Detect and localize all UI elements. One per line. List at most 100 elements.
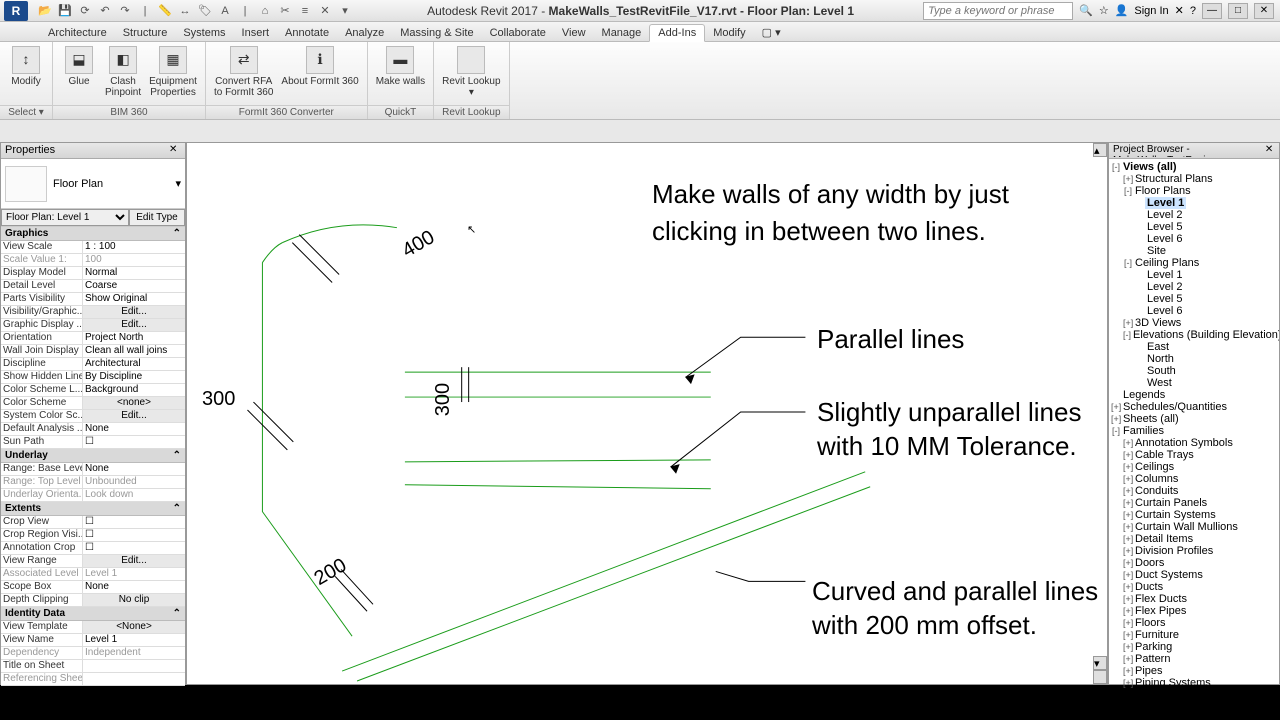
prop-row[interactable]: DisciplineArchitectural	[1, 358, 185, 371]
prop-value[interactable]: Edit...	[83, 555, 185, 567]
prop-value[interactable]: Coarse	[83, 280, 185, 292]
clash-button[interactable]: ◧ClashPinpoint	[101, 44, 145, 103]
save-icon[interactable]: 💾	[56, 2, 74, 20]
dimension-icon[interactable]: ↔	[176, 2, 194, 20]
tree-item[interactable]: [+]Floors	[1111, 617, 1277, 629]
thin-lines-icon[interactable]: ≡	[296, 2, 314, 20]
minimize-button[interactable]: —	[1202, 3, 1222, 19]
prop-row[interactable]: Scale Value 1:100	[1, 254, 185, 267]
maximize-button[interactable]: □	[1228, 3, 1248, 19]
exchange-icon[interactable]: ✕	[1175, 4, 1184, 17]
tree-item[interactable]: [+]3D Views	[1111, 317, 1277, 329]
prop-row[interactable]: Show Hidden LinesBy Discipline	[1, 371, 185, 384]
prop-value[interactable]: None	[83, 581, 185, 593]
prop-row[interactable]: System Color Sc...Edit...	[1, 410, 185, 423]
tree-toggle-icon[interactable]: [+]	[1123, 582, 1133, 592]
tree-toggle-icon[interactable]: [+]	[1123, 318, 1133, 328]
tab-view[interactable]: View	[554, 25, 594, 41]
equipment-button[interactable]: ▦EquipmentProperties	[145, 44, 201, 103]
prop-row[interactable]: Title on Sheet	[1, 660, 185, 673]
tree-toggle-icon[interactable]: [+]	[1123, 570, 1133, 580]
tree-item[interactable]: [+]Flex Pipes	[1111, 605, 1277, 617]
tree-toggle-icon[interactable]: [+]	[1123, 174, 1133, 184]
tab-systems[interactable]: Systems	[175, 25, 233, 41]
prop-value[interactable]	[83, 660, 185, 672]
tree-toggle-icon[interactable]: [+]	[1123, 522, 1133, 532]
prop-row[interactable]: View RangeEdit...	[1, 555, 185, 568]
tree-item[interactable]: Site	[1111, 245, 1277, 257]
tree-toggle-icon[interactable]: [+]	[1123, 618, 1133, 628]
prop-section-header[interactable]: Extents⌃	[1, 502, 185, 516]
open-icon[interactable]: 📂	[36, 2, 54, 20]
tree-item[interactable]: Level 5	[1111, 293, 1277, 305]
tree-toggle-icon[interactable]: [+]	[1123, 498, 1133, 508]
tree-toggle-icon[interactable]: [+]	[1123, 534, 1133, 544]
tree-toggle-icon[interactable]: [+]	[1123, 666, 1133, 676]
tag-icon[interactable]: 🏷	[196, 2, 214, 20]
search-input[interactable]	[923, 2, 1073, 20]
prop-row[interactable]: Depth ClippingNo clip	[1, 594, 185, 607]
sign-in-link[interactable]: Sign In	[1134, 5, 1168, 17]
sync-icon[interactable]: ⟳	[76, 2, 94, 20]
tree-item[interactable]: [-]Elevations (Building Elevation)	[1111, 329, 1277, 341]
tree-toggle-icon[interactable]: [+]	[1123, 606, 1133, 616]
tree-item[interactable]: [+]Pipes	[1111, 665, 1277, 677]
prop-value[interactable]: Clean all wall joins	[83, 345, 185, 357]
prop-value[interactable]: ☐	[83, 542, 185, 554]
about-formit--button[interactable]: ℹAbout FormIt 360	[277, 44, 362, 103]
prop-value[interactable]: ☐	[83, 436, 185, 448]
tree-toggle-icon[interactable]: [+]	[1123, 510, 1133, 520]
tree-toggle-icon[interactable]: [+]	[1123, 486, 1133, 496]
prop-row[interactable]: Sun Path☐	[1, 436, 185, 449]
tree-item[interactable]: Level 5	[1111, 221, 1277, 233]
tab-add-ins[interactable]: Add-Ins	[649, 24, 705, 42]
prop-value[interactable]: 100	[83, 254, 185, 266]
prop-value[interactable]: Level 1	[83, 568, 185, 580]
tree-toggle-icon[interactable]: [+]	[1123, 546, 1133, 556]
prop-value[interactable]: Edit...	[83, 319, 185, 331]
subscription-icon[interactable]: ☆	[1099, 4, 1109, 17]
prop-value[interactable]: Project North	[83, 332, 185, 344]
tree-item[interactable]: Level 6	[1111, 233, 1277, 245]
prop-row[interactable]: Wall Join DisplayClean all wall joins	[1, 345, 185, 358]
prop-value[interactable]: By Discipline	[83, 371, 185, 383]
prop-value[interactable]: Unbounded	[83, 476, 185, 488]
prop-row[interactable]: Color Scheme L...Background	[1, 384, 185, 397]
tree-item[interactable]: [+]Sheets (all)	[1111, 413, 1277, 425]
drawing-canvas[interactable]: Make walls of any width by just clicking…	[186, 142, 1108, 685]
prop-value[interactable]: None	[83, 463, 185, 475]
prop-row[interactable]: Scope BoxNone	[1, 581, 185, 594]
prop-value[interactable]: Background	[83, 384, 185, 396]
tree-item[interactable]: [+]Cable Trays	[1111, 449, 1277, 461]
prop-row[interactable]: Range: Base LevelNone	[1, 463, 185, 476]
tree-item[interactable]: [+]Schedules/Quantities	[1111, 401, 1277, 413]
close-icon[interactable]: ✕	[1265, 144, 1275, 156]
tree-toggle-icon[interactable]: [+]	[1111, 414, 1121, 424]
edit-type-button[interactable]: Edit Type	[129, 209, 185, 226]
tree-item[interactable]: [+]Curtain Systems	[1111, 509, 1277, 521]
scroll-up-button[interactable]: ▴	[1093, 143, 1107, 157]
prop-value[interactable]: ☐	[83, 516, 185, 528]
tab-annotate[interactable]: Annotate	[277, 25, 337, 41]
tree-toggle-icon[interactable]: [+]	[1123, 678, 1133, 688]
prop-row[interactable]: OrientationProject North	[1, 332, 185, 345]
prop-row[interactable]: View NameLevel 1	[1, 634, 185, 647]
tree-item[interactable]: [+]Ceilings	[1111, 461, 1277, 473]
help-icon[interactable]: ?	[1190, 5, 1196, 17]
prop-row[interactable]: View Scale1 : 100	[1, 241, 185, 254]
prop-value[interactable]: Architectural	[83, 358, 185, 370]
tree-toggle-icon[interactable]: [+]	[1123, 438, 1133, 448]
tab-structure[interactable]: Structure	[115, 25, 176, 41]
prop-row[interactable]: Detail LevelCoarse	[1, 280, 185, 293]
tree-item[interactable]: [-]Floor Plans	[1111, 185, 1277, 197]
tree-toggle-icon[interactable]: [+]	[1123, 630, 1133, 640]
tree-item[interactable]: [+]Curtain Wall Mullions	[1111, 521, 1277, 533]
close-hidden-icon[interactable]: ✕	[316, 2, 334, 20]
prop-value[interactable]: None	[83, 423, 185, 435]
tab-modify[interactable]: Modify	[705, 25, 753, 41]
tab-manage[interactable]: Manage	[594, 25, 650, 41]
prop-row[interactable]: Associated LevelLevel 1	[1, 568, 185, 581]
prop-row[interactable]: Color Scheme<none>	[1, 397, 185, 410]
tree-toggle-icon[interactable]: [+]	[1111, 402, 1121, 412]
prop-row[interactable]: Display ModelNormal	[1, 267, 185, 280]
